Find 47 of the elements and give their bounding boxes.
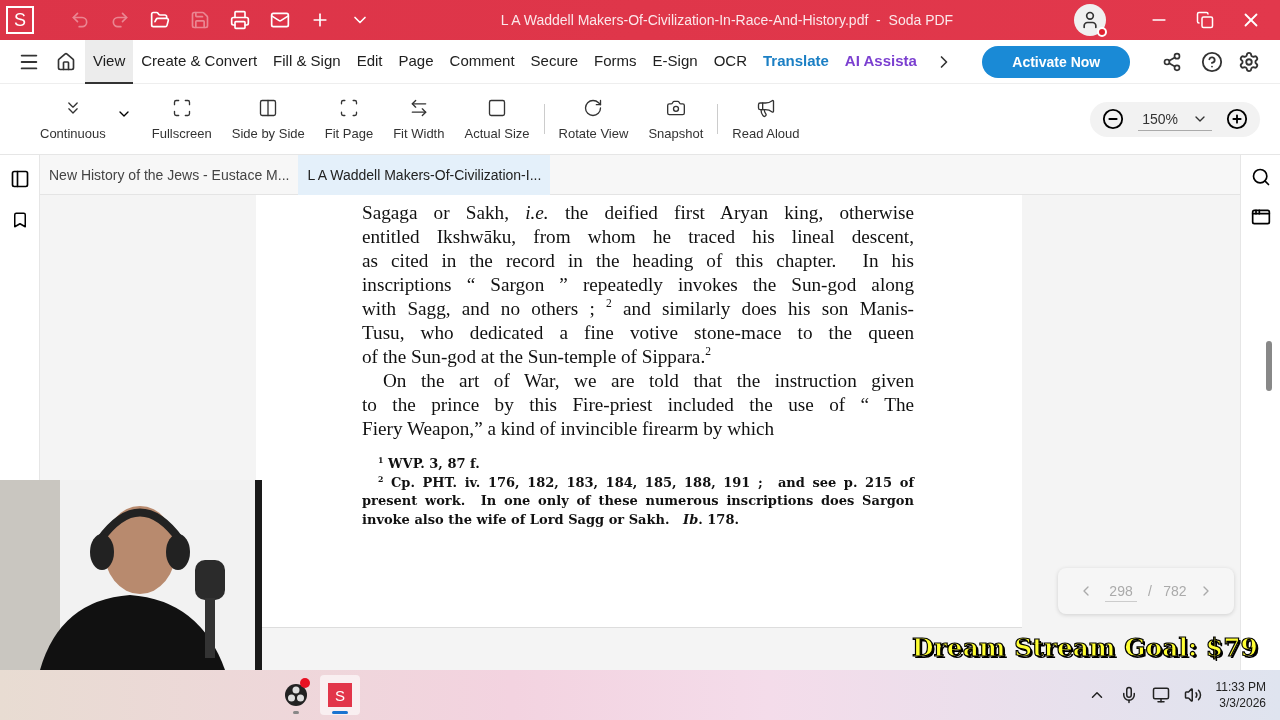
menu-tab[interactable]: OCR — [705, 39, 755, 84]
text-line: Fiery Weapon,” a kind of invincible firearm by which — [362, 417, 776, 441]
text-line: as cited in the record in the heading of this chapter. In his — [362, 249, 914, 273]
toolbar-button[interactable]: Continuous — [30, 97, 116, 141]
menu-tab[interactable]: Create & Convert — [133, 39, 266, 84]
clock-time: 11:33 PM — [1215, 679, 1266, 695]
text-line: with Sagg, and no others ; $^{2}$ and similarly does his son Manis- — [362, 297, 914, 321]
text-line: $^{1}$ WVP. 3, 87 f. — [377, 455, 481, 473]
document-tab[interactable]: New History of the Jews - Eustace M... — [40, 155, 299, 195]
taskbar-app[interactable]: S — [320, 675, 360, 715]
menu-tab[interactable]: Forms — [586, 39, 645, 84]
text-line: Tusu, who dedicated a fine votive stone-mace to the queen — [362, 321, 914, 345]
toolbar-button[interactable]: Snapshot — [638, 97, 714, 141]
window-title: L A Waddell Makers-Of-Civilization-In-Race-And-History.pdf - Soda PDF — [499, 12, 955, 28]
page-separator: / — [1148, 583, 1152, 599]
page-total: 782 — [1163, 583, 1187, 599]
clock-date: 3/3/2026 — [1219, 695, 1266, 711]
menu-tab[interactable]: Edit — [348, 39, 391, 84]
menu-tab[interactable]: View — [84, 39, 134, 84]
text-line: of the Sun-god at the Sun-temple of Sippara.$^{2}$ — [362, 345, 712, 369]
document-tab[interactable]: L A Waddell Makers-Of-Civilization-I... — [298, 155, 551, 195]
menu-tab[interactable]: E-Sign — [644, 39, 706, 84]
toolbar-button[interactable]: Fullscreen — [141, 97, 222, 141]
text-line: present work. In one only of these numerous inscriptions does Sargon — [362, 492, 914, 510]
text-line: On the art of War, we are told that the instruction given — [382, 369, 914, 393]
menu-tab[interactable]: Translate — [755, 39, 837, 84]
text-line: $^{2}$ Cp. PHT. iv. 176, 182, 183, 184, 185, 188, 191 ; and see p. 215 of — [377, 473, 914, 492]
toolbar-button[interactable]: Fit Page — [314, 97, 384, 141]
toolbar-button[interactable]: Actual Size — [454, 97, 540, 141]
toolbar-button[interactable]: Side by Side — [221, 97, 315, 141]
menu-tab[interactable]: Page — [390, 39, 442, 84]
text-line: to the prince by this Fire-priest included the use of “ The — [362, 393, 914, 417]
stream-goal-text: Dream Stream Goal: $79 — [912, 633, 1258, 662]
text-line: invoke also the wife of Lord Sagg or Sakh. Ib. 178. — [362, 510, 740, 529]
toolbar-button[interactable]: Read Aloud — [722, 97, 810, 141]
menu-tab[interactable]: Secure — [522, 39, 587, 84]
menu-tab[interactable]: Comment — [441, 39, 523, 84]
toolbar-button[interactable]: Fit Width — [383, 97, 455, 141]
text-line: inscriptions “ Sargon ” repeatedly invokes the Sun-god along — [362, 273, 914, 297]
app-logo: S — [328, 683, 352, 707]
text-line: Sagaga or Sakh, i.e. the deified first Aryan king, otherwise — [362, 201, 914, 225]
text-line: entitled Ikshwāku, from whom he traced his lineal descent, — [362, 225, 914, 249]
toolbar-button[interactable]: Rotate View — [548, 97, 639, 141]
activate-button[interactable]: Activate Now — [982, 45, 1131, 78]
app-logo[interactable]: S — [6, 6, 34, 34]
menu-tab[interactable]: Fill & Sign — [265, 39, 349, 84]
menu-tab[interactable]: AI Assista — [836, 39, 925, 84]
